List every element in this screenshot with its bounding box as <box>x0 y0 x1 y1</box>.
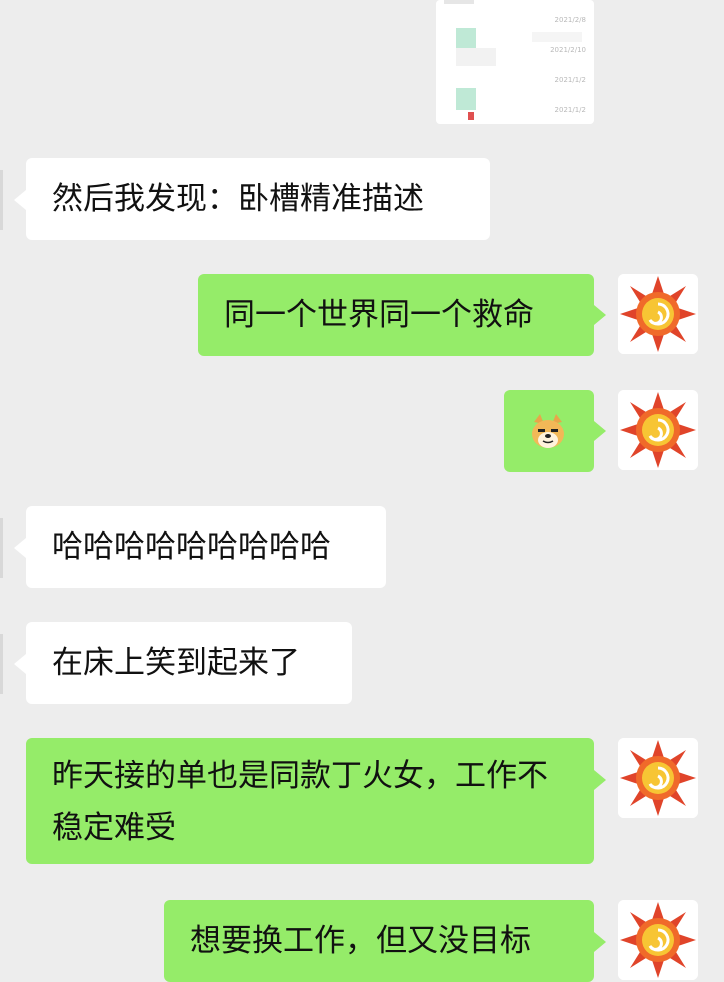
message-text: 在床上笑到起来了 <box>52 645 300 681</box>
message-bubble-outgoing[interactable]: 想要换工作，但又没目标 <box>164 900 594 982</box>
bubble-tail <box>14 538 26 558</box>
bubble-tail <box>594 770 606 790</box>
sun-avatar-icon <box>618 900 698 980</box>
sun-avatar-icon <box>618 274 698 354</box>
message-bubble-outgoing[interactable]: 同一个世界同一个救命 <box>198 274 594 356</box>
user-avatar[interactable] <box>618 274 698 354</box>
thumbnail-date: 2021/1/2 <box>554 76 586 84</box>
message-text: 同一个世界同一个救命 <box>224 297 534 333</box>
thumbnail-date: 2021/2/10 <box>550 46 586 54</box>
message-bubble-incoming[interactable]: 然后我发现：卧槽精准描述 <box>26 158 490 240</box>
avatar-edge <box>0 634 3 694</box>
avatar-edge <box>0 170 3 230</box>
thumbnail-block <box>456 28 476 48</box>
user-avatar[interactable] <box>618 900 698 980</box>
user-avatar[interactable] <box>618 390 698 470</box>
thumbnail-block <box>456 88 476 110</box>
message-text: 然后我发现：卧槽精准描述 <box>52 181 424 217</box>
message-bubble-incoming[interactable]: 在床上笑到起来了 <box>26 622 352 704</box>
bubble-tail <box>594 932 606 952</box>
bubble-tail <box>594 421 606 441</box>
message-text: 想要换工作，但又没目标 <box>190 923 531 959</box>
user-avatar[interactable] <box>618 738 698 818</box>
message-text: 昨天接的单也是同款丁火女，工作不稳定难受 <box>52 758 548 846</box>
bubble-tail <box>14 654 26 674</box>
thumbnail-block <box>532 32 582 42</box>
avatar-edge <box>0 518 3 578</box>
thumbnail-block <box>468 112 474 120</box>
thumbnail-date: 2021/1/2 <box>554 106 586 114</box>
shared-image-thumbnail[interactable]: 2021/2/8 2021/2/10 2021/1/2 2021/1/2 <box>436 0 594 124</box>
sun-avatar-icon <box>618 390 698 470</box>
bubble-tail <box>594 305 606 325</box>
bubble-tail <box>14 190 26 210</box>
doge-emoji-icon <box>528 412 568 452</box>
thumbnail-header-bar <box>444 0 474 4</box>
message-bubble-incoming[interactable]: 哈哈哈哈哈哈哈哈哈 <box>26 506 386 588</box>
thumbnail-block <box>456 48 496 66</box>
message-bubble-outgoing[interactable]: 昨天接的单也是同款丁火女，工作不稳定难受 <box>26 738 594 864</box>
sun-avatar-icon <box>618 738 698 818</box>
thumbnail-date: 2021/2/8 <box>554 16 586 24</box>
message-text: 哈哈哈哈哈哈哈哈哈 <box>52 529 331 565</box>
